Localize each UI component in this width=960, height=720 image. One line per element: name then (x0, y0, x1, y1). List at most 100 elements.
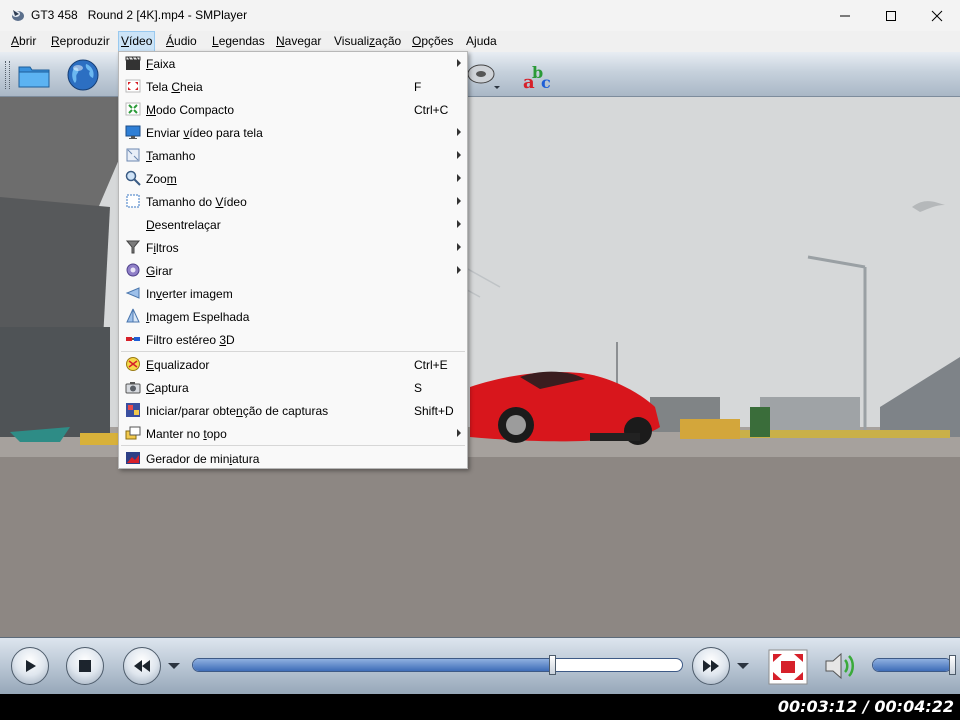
submenu-arrow-icon (457, 174, 461, 182)
play-icon (26, 660, 36, 672)
submenu-arrow-icon (457, 197, 461, 205)
menu-item-label: Gerador de miniatura (146, 452, 260, 466)
menu-item-label: Inverter imagem (146, 287, 233, 301)
menu-item-girar[interactable]: Girar (119, 259, 467, 282)
menu-separator (121, 445, 465, 446)
volume-speaker-icon[interactable] (822, 648, 860, 684)
zoom-icon (125, 170, 141, 186)
menu-item-label: Filtro estéreo 3D (146, 333, 235, 347)
menu-item-label: Manter no topo (146, 427, 227, 441)
menu-item-tamanho[interactable]: Tamanho (119, 144, 467, 167)
open-url-globe-icon[interactable] (66, 58, 100, 92)
stereo-3d-icon (126, 337, 140, 341)
mirror-icon (126, 308, 140, 323)
menu-item-tamanho-do-video[interactable]: Tamanho do Vídeo (119, 190, 467, 213)
submenu-arrow-icon (457, 266, 461, 274)
menu-audio[interactable]: Áudio (164, 31, 199, 52)
resize-icon (126, 148, 140, 162)
menu-item-filtros[interactable]: Filtros (119, 236, 467, 259)
forward-icon (703, 660, 719, 672)
minimize-icon (840, 15, 850, 16)
toolbar-grip[interactable] (5, 61, 10, 89)
menu-item-gerador-de-miniatura[interactable]: Gerador de miniatura (119, 447, 467, 470)
forward-dropdown-icon[interactable] (737, 663, 749, 669)
rewind-dropdown-icon[interactable] (168, 663, 180, 669)
menu-item-label: Tamanho do Vídeo (146, 195, 247, 209)
stop-icon (79, 660, 91, 672)
menu-opcoes[interactable]: Opções (410, 31, 455, 52)
fullscreen-icon (125, 79, 141, 93)
menu-item-filtro-estereo-3d[interactable]: Filtro estéreo 3D (119, 328, 467, 351)
menu-item-captura[interactable]: Captura S (119, 376, 467, 399)
close-button[interactable] (914, 0, 960, 31)
smplayer-app-icon (12, 10, 24, 21)
menu-item-label: Modo Compacto (146, 103, 235, 117)
menu-reproduzir[interactable]: Reproduzir (49, 31, 112, 52)
menu-item-desentrelacar[interactable]: Desentrelaçar (119, 213, 467, 236)
status-bar: 00:03:12 / 00:04:22 (0, 694, 960, 720)
menu-item-label: Equalizador (146, 358, 210, 372)
forward-button[interactable] (692, 647, 730, 685)
title-bar: GT3 458 Round 2 [4K].mp4 - SMPlayer (0, 0, 960, 31)
filter-funnel-icon (125, 240, 141, 254)
menu-navegar[interactable]: Navegar (274, 31, 323, 52)
menu-video[interactable]: Vídeo (118, 31, 156, 52)
camera-icon (125, 382, 141, 394)
play-button[interactable] (11, 647, 49, 685)
menu-legendas[interactable]: Legendas (210, 31, 267, 52)
subtitles-abc-icon[interactable]: a b c (522, 58, 556, 92)
menu-item-imagem-espelhada[interactable]: Imagem Espelhada (119, 305, 467, 328)
menu-visualizacao[interactable]: Visualização (332, 31, 403, 52)
menu-item-tela-cheia[interactable]: Tela Cheia F (119, 75, 467, 98)
monitor-icon (125, 125, 141, 139)
submenu-arrow-icon (457, 128, 461, 136)
menu-item-label: Captura (146, 381, 189, 395)
disc-icon[interactable] (466, 58, 500, 92)
video-menu-dropdown: Faixa Tela Cheia F Modo Compacto Ctrl+C … (118, 51, 468, 469)
screenshots-icon (126, 403, 140, 417)
minimize-button[interactable] (822, 0, 868, 31)
time-display: 00:03:12 / 00:04:22 (777, 697, 954, 716)
stop-button[interactable] (66, 647, 104, 685)
seek-slider-handle[interactable] (548, 655, 556, 675)
aspect-ratio-icon (126, 194, 140, 208)
menu-item-label: Enviar vídeo para tela (146, 126, 263, 140)
seek-progress-fill (193, 659, 552, 671)
flip-icon (125, 287, 140, 299)
menu-item-label: Zoom (146, 172, 177, 186)
volume-slider-handle[interactable] (949, 655, 956, 675)
volume-level-fill (873, 659, 949, 671)
equalizer-icon (126, 357, 140, 371)
menu-item-label: Filtros (146, 241, 179, 255)
rewind-icon (134, 660, 150, 672)
menu-item-shortcut: Ctrl+C (414, 103, 449, 117)
menu-item-inverter-imagem[interactable]: Inverter imagem (119, 282, 467, 305)
menu-item-label: Desentrelaçar (146, 218, 221, 232)
rotate-icon (126, 263, 140, 277)
menu-abrir[interactable]: Abrir (9, 31, 38, 52)
submenu-arrow-icon (457, 151, 461, 159)
menu-ajuda[interactable]: Ajuda (464, 31, 499, 52)
menu-item-shortcut: S (414, 381, 423, 395)
submenu-arrow-icon (457, 243, 461, 251)
menu-item-zoom[interactable]: Zoom (119, 167, 467, 190)
menu-item-modo-compacto[interactable]: Modo Compacto Ctrl+C (119, 98, 467, 121)
menu-item-equalizador[interactable]: Equalizador Ctrl+E (119, 353, 467, 376)
menu-item-enviar-video[interactable]: Enviar vídeo para tela (119, 121, 467, 144)
open-folder-icon[interactable] (17, 58, 51, 92)
seek-slider[interactable] (192, 658, 683, 672)
menu-item-shortcut: F (414, 80, 422, 94)
menu-item-label: Iniciar/parar obtenção de capturas (146, 404, 329, 418)
submenu-arrow-icon (457, 429, 461, 437)
menu-separator (121, 351, 465, 352)
compact-mode-icon (125, 102, 141, 116)
menu-item-label: Girar (146, 264, 173, 278)
fullscreen-toggle-icon[interactable] (768, 649, 808, 685)
rewind-button[interactable] (123, 647, 161, 685)
maximize-button[interactable] (868, 0, 914, 31)
menu-item-manter-no-topo[interactable]: Manter no topo (119, 422, 467, 445)
menu-item-iniciar-parar-capturas[interactable]: Iniciar/parar obtenção de capturas Shift… (119, 399, 467, 422)
menu-item-faixa[interactable]: Faixa (119, 52, 467, 75)
on-top-icon (125, 426, 141, 440)
volume-slider[interactable] (872, 658, 952, 672)
